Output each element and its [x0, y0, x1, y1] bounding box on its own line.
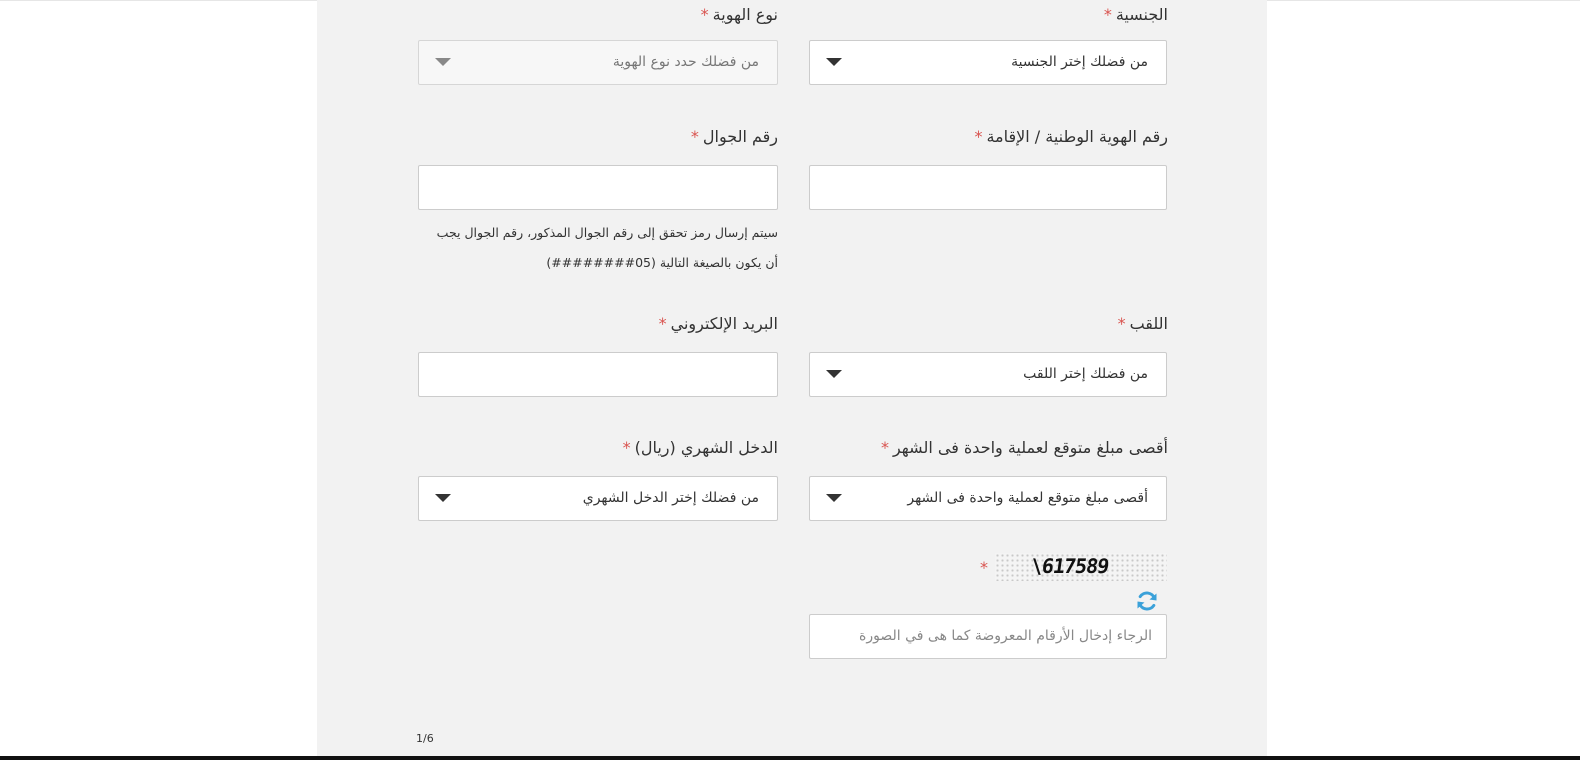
id-type-label: نوع الهوية* [700, 5, 778, 24]
max-amount-select-value: أقصى مبلغ متوقع لعملية واحدة فى الشهر [907, 490, 1148, 506]
refresh-icon[interactable] [1135, 589, 1159, 613]
nationality-select-value: من فضلك إختر الجنسية [1011, 54, 1148, 70]
max-amount-select[interactable]: أقصى مبلغ متوقع لعملية واحدة فى الشهر [809, 476, 1167, 521]
captcha-image: \617589 [995, 553, 1167, 581]
chevron-down-icon [826, 58, 842, 66]
captcha-required-mark: * [980, 558, 988, 577]
nationality-label: الجنسية* [1103, 5, 1168, 24]
max-amount-label: أقصى مبلغ متوقع لعملية واحدة فى الشهر* [880, 438, 1168, 457]
id-type-select-value: من فضلك حدد نوع الهوية [612, 54, 759, 70]
captcha-input-placeholder: الرجاء إدخال الأرقام المعروضة كما هى في … [859, 628, 1152, 644]
mobile-help-line-2: أن يكون بالصيغة التالية (05########) [546, 255, 778, 270]
monthly-income-label: الدخل الشهري (ريال)* [622, 438, 778, 457]
email-input[interactable] [418, 352, 778, 397]
title-label: اللقب* [1117, 314, 1168, 333]
email-label: البريد الإلكتروني* [658, 314, 778, 333]
title-select-value: من فضلك إختر اللقب [1023, 366, 1148, 382]
national-id-label: رقم الهوية الوطنية / الإقامة* [974, 127, 1168, 146]
captcha-input[interactable]: الرجاء إدخال الأرقام المعروضة كما هى في … [809, 614, 1167, 659]
national-id-input[interactable] [809, 165, 1167, 210]
chevron-down-icon [826, 370, 842, 378]
bottom-bar [0, 756, 1580, 760]
nationality-select[interactable]: من فضلك إختر الجنسية [809, 40, 1167, 85]
chevron-down-icon [435, 58, 451, 66]
id-type-select[interactable]: من فضلك حدد نوع الهوية [418, 40, 778, 85]
captcha-image-text: \617589 [1029, 554, 1110, 578]
monthly-income-select-value: من فضلك إختر الدخل الشهري [582, 490, 759, 506]
chevron-down-icon [435, 494, 451, 502]
mobile-input[interactable] [418, 165, 778, 210]
monthly-income-select[interactable]: من فضلك إختر الدخل الشهري [418, 476, 778, 521]
page-indicator: 1/6 [416, 732, 434, 745]
title-select[interactable]: من فضلك إختر اللقب [809, 352, 1167, 397]
mobile-label: رقم الجوال* [690, 127, 778, 146]
mobile-help-line-1: سيتم إرسال رمز تحقق إلى رقم الجوال المذك… [436, 225, 778, 240]
chevron-down-icon [826, 494, 842, 502]
